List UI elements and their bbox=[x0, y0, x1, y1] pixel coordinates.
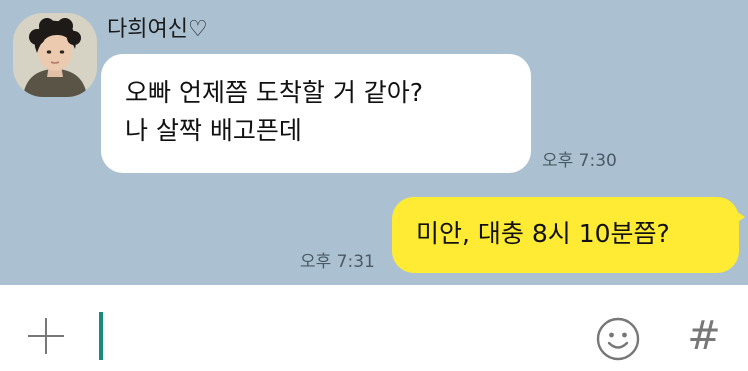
message-input[interactable] bbox=[96, 308, 566, 364]
incoming-message-bubble[interactable]: 오빠 언제쯤 도착할 거 같아? 나 살짝 배고픈데 bbox=[101, 54, 531, 173]
outgoing-message-bubble[interactable]: 미안, 대충 8시 10분쯤? bbox=[392, 197, 745, 273]
sender-name: 다희여신♡ bbox=[107, 17, 208, 42]
message-text-line: 오빠 언제쯤 도착할 거 같아? bbox=[125, 78, 424, 107]
message-text-line: 미안, 대충 8시 10분쯤? bbox=[416, 219, 670, 248]
hash-icon[interactable]: # bbox=[684, 312, 724, 360]
smiley-icon[interactable] bbox=[595, 316, 641, 362]
message-timestamp: 오후 7:30 bbox=[542, 151, 617, 171]
sender-avatar[interactable] bbox=[13, 13, 97, 97]
plus-icon[interactable] bbox=[26, 316, 66, 356]
message-text-line: 나 살짝 배고픈데 bbox=[125, 116, 302, 145]
text-cursor bbox=[99, 312, 103, 360]
message-timestamp: 오후 7:31 bbox=[300, 252, 375, 272]
